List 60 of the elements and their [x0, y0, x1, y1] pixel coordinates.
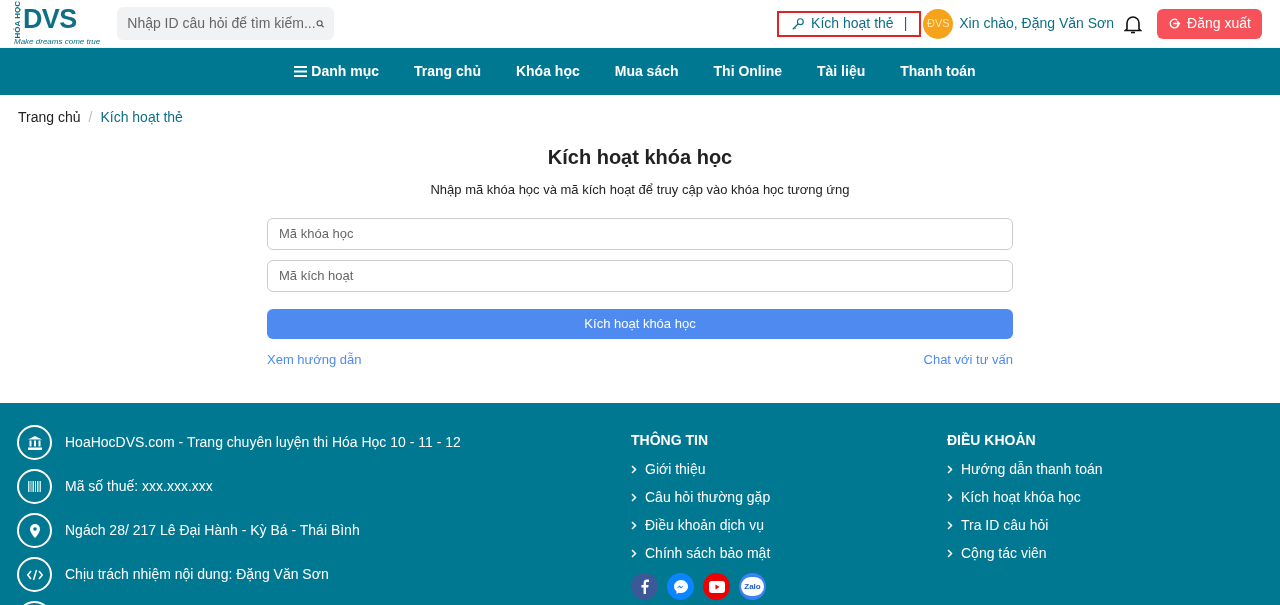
activate-course-button[interactable]: Kích hoạt khóa học	[267, 308, 1013, 339]
chat-link[interactable]: Chat với tư vấn	[923, 349, 1013, 369]
page-title: Kích hoạt khóa học	[547, 145, 733, 170]
search-placeholder: Nhập ID câu hỏi để tìm kiếm...	[127, 14, 316, 33]
location-pin-icon	[29, 523, 40, 538]
bank-icon	[27, 435, 42, 450]
zalo-icon[interactable]: Zalo	[739, 573, 766, 600]
footer-link[interactable]: Kích hoạt khóa học	[947, 483, 1103, 511]
logo-tagline: Make dreams come true	[14, 38, 101, 47]
greeting[interactable]: Xin chào, Đặng Văn Sơn	[959, 13, 1114, 34]
footer-info-text: Mã số thuế: xxx.xxx.xxx	[65, 477, 213, 496]
input-field[interactable]: Mã khóa học	[267, 217, 1013, 250]
chevron-icon	[947, 492, 953, 502]
messenger-icon[interactable]	[667, 573, 694, 600]
menu-icon	[294, 66, 308, 77]
youtube-icon[interactable]	[703, 573, 730, 600]
chevron-icon	[947, 464, 953, 474]
footer-heading: ĐIỀU KHOẢN	[947, 431, 1037, 450]
page-subtitle: Nhập mã khóa học và mã kích hoạt để truy cập vào khóa học tương ứng	[430, 181, 850, 199]
logo-text: DVS	[23, 4, 77, 35]
footer-info-text: Ngách 28/ 217 Lê Đại Hành - Kỳ Bá - Thái Bình	[65, 521, 360, 540]
chevron-icon	[631, 520, 637, 530]
nav-link[interactable]: Khóa học	[515, 61, 580, 82]
chevron-icon	[947, 520, 953, 530]
barcode-icon	[28, 481, 41, 492]
code-icon	[26, 568, 43, 581]
footer-link[interactable]: Điều khoản dịch vụ	[631, 511, 947, 539]
logout-button[interactable]: Đăng xuất	[1157, 8, 1262, 39]
nav-link[interactable]: Danh mục	[294, 61, 380, 82]
chevron-icon	[947, 548, 953, 558]
input-field[interactable]: Mã kích hoạt	[267, 259, 1013, 292]
guide-link[interactable]: Xem hướng dẫn	[267, 349, 362, 369]
footer-info-text: Chịu trách nhiệm nội dung: Đặng Văn Sơn	[65, 565, 329, 584]
footer-info-text: HoaHocDVS.com - Trang chuyên luyện thi Hóa Học 10 - 11 - 12	[65, 433, 461, 452]
footer-heading: THÔNG TIN	[631, 430, 709, 450]
footer-link[interactable]: Giới thiệu	[631, 455, 947, 483]
chevron-icon	[631, 492, 637, 502]
breadcrumb-link[interactable]: Kích hoạt thẻ	[100, 106, 183, 128]
logo-vertical-text: HÓA HỌC	[14, 0, 22, 39]
separator: |	[903, 14, 908, 33]
nav-link[interactable]: Mua sách	[614, 61, 679, 82]
nav-link[interactable]: Thanh toán	[900, 61, 976, 82]
nav-link[interactable]: Trang chủ	[414, 61, 481, 82]
breadcrumb-separator: /	[88, 107, 93, 127]
footer-link[interactable]: Hướng dẫn thanh toán	[947, 455, 1103, 483]
key-icon	[791, 16, 806, 31]
breadcrumb-link[interactable]: Trang chủ	[18, 106, 81, 128]
activate-card-link[interactable]: Kích hoạt thẻ |	[777, 10, 922, 37]
facebook-icon[interactable]	[631, 573, 658, 600]
logout-icon	[1168, 17, 1182, 30]
nav-link[interactable]: Tài liệu	[817, 61, 866, 82]
footer-link[interactable]: Chính sách bảo mật	[631, 539, 947, 567]
search-field[interactable]: Nhập ID câu hỏi để tìm kiếm...	[117, 7, 335, 40]
bell-icon[interactable]	[1124, 13, 1142, 34]
footer-link[interactable]: Cộng tác viên	[947, 539, 1103, 567]
chevron-icon	[631, 548, 637, 558]
footer-link[interactable]: Tra ID câu hỏi	[947, 511, 1103, 539]
footer-link[interactable]: Câu hỏi thường gặp	[631, 483, 947, 511]
nav-link[interactable]: Thi Online	[713, 61, 782, 82]
chevron-icon	[631, 464, 637, 474]
